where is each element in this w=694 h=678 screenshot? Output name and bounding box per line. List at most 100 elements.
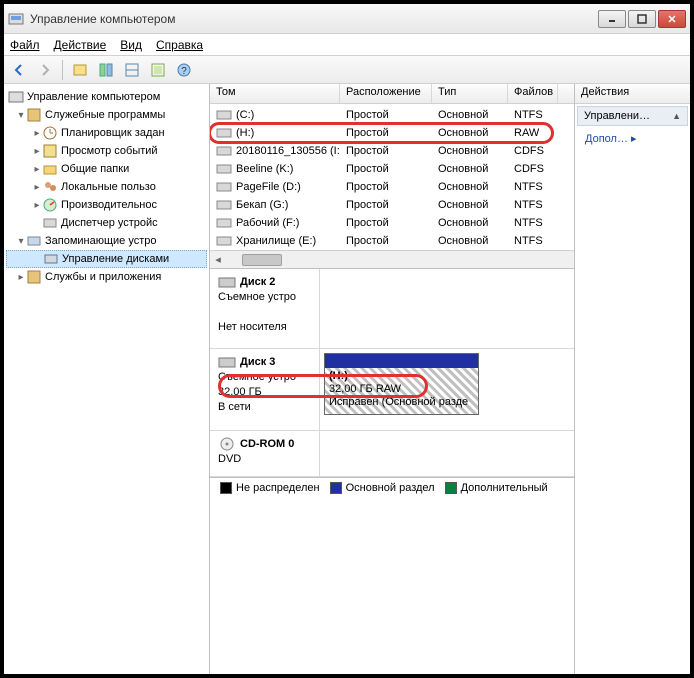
volume-fs: NTFS: [508, 235, 558, 247]
actions-header: Действия: [575, 84, 690, 104]
menu-action[interactable]: Действие: [54, 38, 107, 52]
partition-cap: [325, 354, 478, 368]
volume-row[interactable]: (C:) ПростойОсновнойNTFS: [210, 106, 574, 124]
volume-layout: Простой: [340, 127, 432, 139]
help-icon[interactable]: ?: [173, 59, 195, 81]
volume-type: Основной: [432, 199, 508, 211]
volume-fs: CDFS: [508, 145, 558, 157]
tree-label: Просмотр событий: [61, 145, 158, 157]
volume-hscroll[interactable]: ◂: [210, 250, 574, 268]
actions-section[interactable]: Управлени… ▲: [577, 106, 688, 126]
disk-panel: Диск 2 Съемное устро Нет носителя Диск 3…: [210, 268, 574, 674]
actions-section-label: Управлени…: [584, 110, 650, 122]
volume-name: (C:): [236, 109, 254, 121]
disk2-title: Диск 2: [240, 276, 275, 288]
tree-label: Производительнос: [61, 199, 157, 211]
disk-row-3[interactable]: Диск 3 Съемное устро 32,00 ГБ В сети (H:…: [210, 349, 574, 431]
tree-users[interactable]: ▸Локальные пользо: [6, 178, 207, 196]
main-body: Управление компьютером ▾ Служебные програ…: [4, 84, 690, 674]
legend-swatch-primary: [330, 482, 342, 494]
volume-name: Рабочий (F:): [236, 217, 299, 229]
volume-headers: Том Расположение Тип Файлов: [210, 84, 574, 104]
tool-icon-2[interactable]: [95, 59, 117, 81]
tree-root[interactable]: Управление компьютером: [6, 88, 207, 106]
volume-fs: CDFS: [508, 163, 558, 175]
disk-row-cdrom[interactable]: CD-ROM 0 DVD: [210, 431, 574, 477]
tool-icon-3[interactable]: [121, 59, 143, 81]
volume-name: PageFile (D:): [236, 181, 301, 193]
maximize-button[interactable]: [628, 10, 656, 28]
minimize-button[interactable]: [598, 10, 626, 28]
volume-fs: NTFS: [508, 109, 558, 121]
tree-devmgr[interactable]: Диспетчер устройс: [6, 214, 207, 232]
tree-system-tools[interactable]: ▾ Служебные программы: [6, 106, 207, 124]
tree-label: Планировщик задан: [61, 127, 165, 139]
disk-row-2[interactable]: Диск 2 Съемное устро Нет носителя: [210, 269, 574, 349]
col-layout[interactable]: Расположение: [340, 84, 432, 103]
expand-icon[interactable]: ▸: [32, 128, 42, 139]
tree-label: Службы и приложения: [45, 271, 161, 283]
menu-help[interactable]: Справка: [156, 38, 203, 52]
scroll-left-icon[interactable]: ◂: [210, 252, 226, 268]
disk3-size: 32,00 ГБ: [218, 386, 262, 398]
tree-diskmgmt[interactable]: Управление дисками: [6, 250, 207, 268]
menu-file[interactable]: Файл: [10, 38, 40, 52]
cdrom-graph: [320, 431, 574, 476]
volume-row[interactable]: PageFile (D:)ПростойОсновнойNTFS: [210, 178, 574, 196]
tree-shared[interactable]: ▸Общие папки: [6, 160, 207, 178]
tree-label: Диспетчер устройс: [61, 217, 158, 229]
disk2-graph: [320, 269, 574, 348]
tool-icon-4[interactable]: [147, 59, 169, 81]
volume-row[interactable]: Хранилище (E:)ПростойОсновнойNTFS: [210, 232, 574, 250]
volume-row[interactable]: 20180116_130556 (I:)ПростойОсновнойCDFS: [210, 142, 574, 160]
volume-fs: RAW: [508, 127, 558, 139]
collapse-icon[interactable]: ▲: [672, 111, 681, 121]
volume-icon: [216, 217, 232, 229]
col-volume[interactable]: Том: [210, 84, 340, 103]
back-button[interactable]: [8, 59, 30, 81]
col-fs[interactable]: Файлов: [508, 84, 558, 103]
tree-label: Управление дисками: [62, 253, 169, 265]
tree-label: Служебные программы: [45, 109, 165, 121]
volume-fs: NTFS: [508, 217, 558, 229]
volume-layout: Простой: [340, 109, 432, 121]
titlebar: Управление компьютером: [4, 4, 690, 34]
legend-ext: Дополнительный: [461, 482, 548, 494]
forward-button[interactable]: [34, 59, 56, 81]
menu-view[interactable]: Вид: [120, 38, 142, 52]
volume-row[interactable]: Рабочий (F:)ПростойОсновнойNTFS: [210, 214, 574, 232]
volume-layout: Простой: [340, 199, 432, 211]
cdrom-title: CD-ROM 0: [240, 438, 294, 450]
actions-more[interactable]: Допол… ▸: [575, 128, 690, 149]
tree-storage[interactable]: ▾Запоминающие устро: [6, 232, 207, 250]
volume-icon: [216, 235, 232, 247]
volume-icon: [216, 163, 232, 175]
tree-scheduler[interactable]: ▸ Планировщик задан: [6, 124, 207, 142]
tree-perf[interactable]: ▸Производительнос: [6, 196, 207, 214]
collapse-icon[interactable]: ▾: [16, 110, 26, 121]
cdrom-sub: DVD: [218, 453, 241, 465]
tree-eventviewer[interactable]: ▸Просмотр событий: [6, 142, 207, 160]
tool-icon-1[interactable]: [69, 59, 91, 81]
window: Управление компьютером Файл Действие Вид…: [0, 0, 694, 678]
volume-row[interactable]: Бекап (G:)ПростойОсновнойNTFS: [210, 196, 574, 214]
close-button[interactable]: [658, 10, 686, 28]
col-type[interactable]: Тип: [432, 84, 508, 103]
app-icon: [8, 11, 24, 27]
volume-type: Основной: [432, 109, 508, 121]
tree-services[interactable]: ▸Службы и приложения: [6, 268, 207, 286]
cdrom-icon: [218, 437, 236, 451]
volume-layout: Простой: [340, 235, 432, 247]
menubar: Файл Действие Вид Справка: [4, 34, 690, 56]
volume-layout: Простой: [340, 217, 432, 229]
tree-pane: Управление компьютером ▾ Служебные програ…: [4, 84, 210, 674]
volume-type: Основной: [432, 145, 508, 157]
scroll-thumb[interactable]: [242, 254, 282, 266]
partition-h[interactable]: (H:) 32,00 ГБ RAW Исправен (Основной раз…: [324, 353, 479, 415]
volume-row[interactable]: (H:)ПростойОсновнойRAW: [210, 124, 574, 142]
disk3-graph: (H:) 32,00 ГБ RAW Исправен (Основной раз…: [320, 349, 574, 430]
volume-name: (H:): [236, 127, 254, 139]
volume-icon: [216, 127, 232, 139]
volume-name: Beeline (K:): [236, 163, 293, 175]
volume-row[interactable]: Beeline (K:)ПростойОсновнойCDFS: [210, 160, 574, 178]
